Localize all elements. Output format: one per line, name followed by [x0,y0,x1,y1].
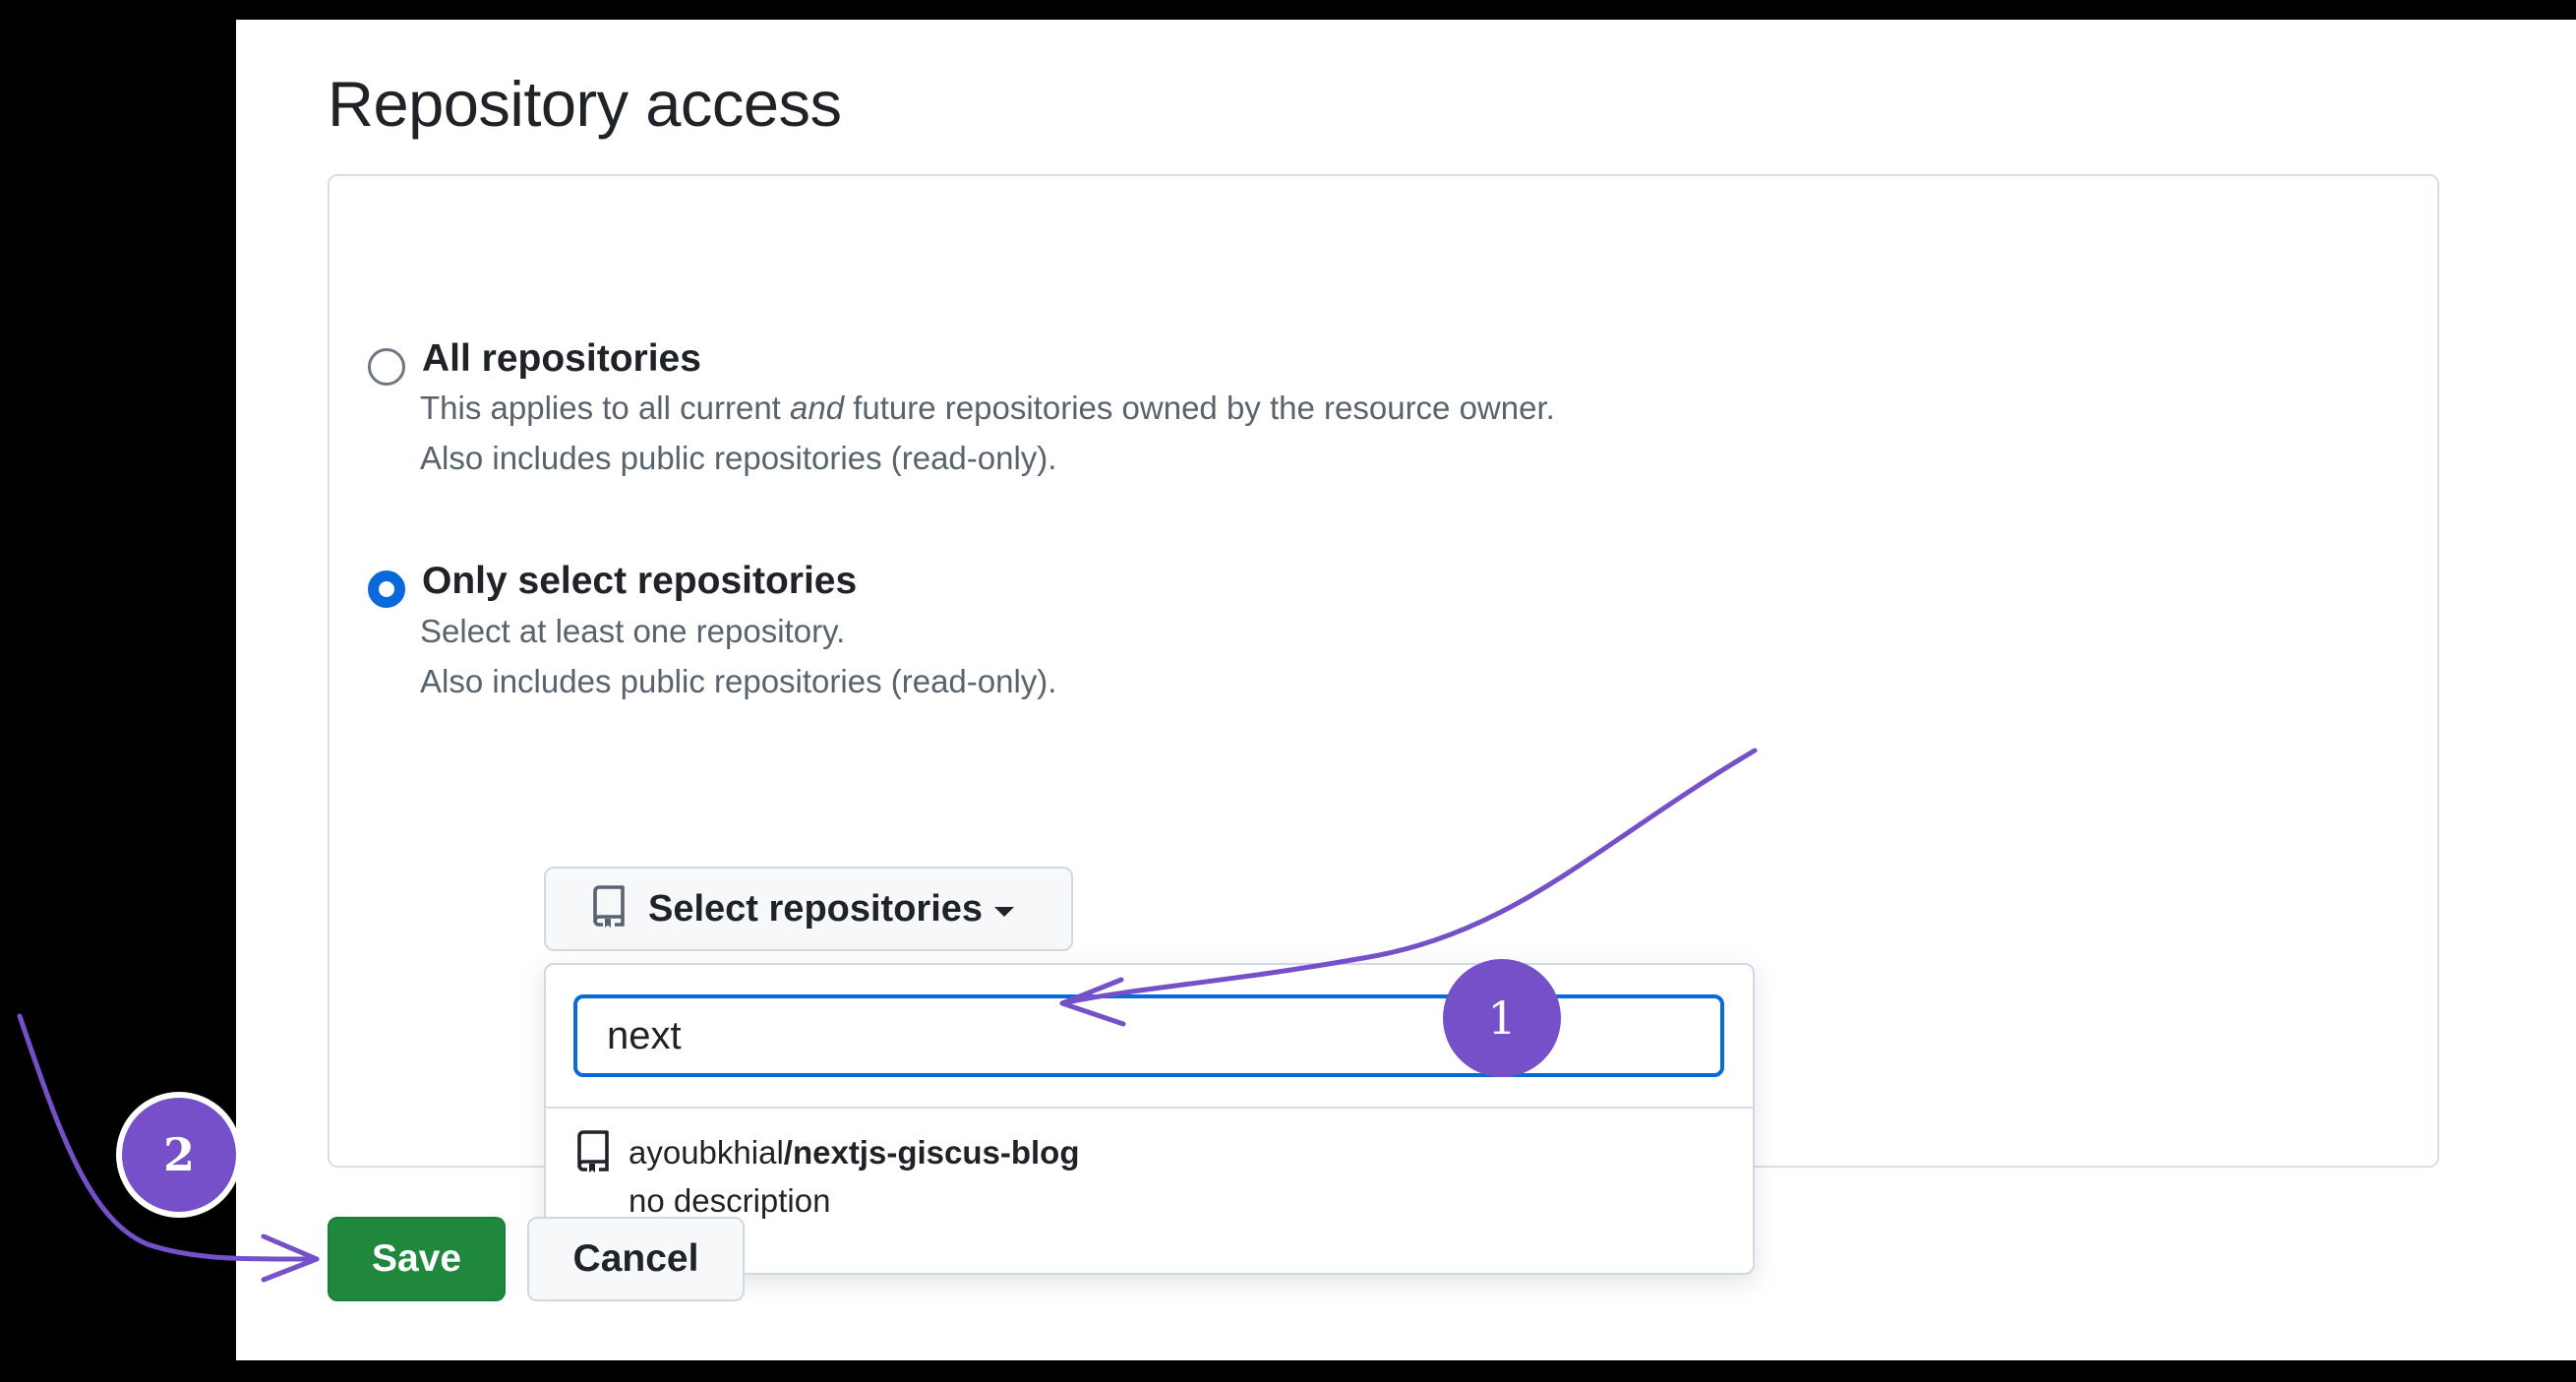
all-repositories-title[interactable]: All repositories [422,337,701,381]
repo-icon [591,884,627,933]
settings-page: Repository access All repositories This … [236,20,2576,1360]
cancel-button[interactable]: Cancel [527,1217,745,1301]
all-repositories-desc-line-1: This applies to all current and future r… [420,383,1555,433]
repository-name: /nextjs-giscus-blog [783,1134,1080,1171]
all-repositories-desc-line-2: Also includes public repositories (read-… [420,440,1057,476]
save-button[interactable]: Save [328,1217,506,1301]
repo-icon [575,1130,611,1178]
select-repositories-button[interactable]: Select repositories [544,867,1073,951]
annotation-badge-1: 1 [1443,959,1561,1077]
repository-owner: ayoubkhial [629,1134,784,1171]
repository-full-name: ayoubkhial/nextjs-giscus-blog [629,1134,1080,1172]
all-repositories-radio[interactable] [368,348,405,386]
desc-emphasis: and [790,390,845,426]
annotation-badge-2: 2 [116,1092,242,1218]
desc-prefix: This applies to all current [420,390,791,426]
desc-suffix: future repositories owned by the resourc… [844,390,1555,426]
screenshot-stage: Repository access All repositories This … [0,0,2576,1382]
repository-access-panel: All repositories This applies to all cur… [328,174,2439,1275]
page-title: Repository access [328,68,842,140]
only-select-repositories-radio[interactable] [368,571,405,608]
all-repositories-description: This applies to all current and future r… [420,383,1555,483]
chevron-down-icon [994,907,1015,917]
select-repositories-label: Select repositories [648,887,984,930]
only-select-repositories-title[interactable]: Only select repositories [422,560,857,603]
only-select-desc-line-2: Also includes public repositories (read-… [420,663,1057,699]
only-select-repositories-description: Select at least one repository. Also inc… [420,606,1056,706]
only-select-desc-line-1: Select at least one repository. [420,613,846,649]
repository-description: no description [629,1182,831,1219]
